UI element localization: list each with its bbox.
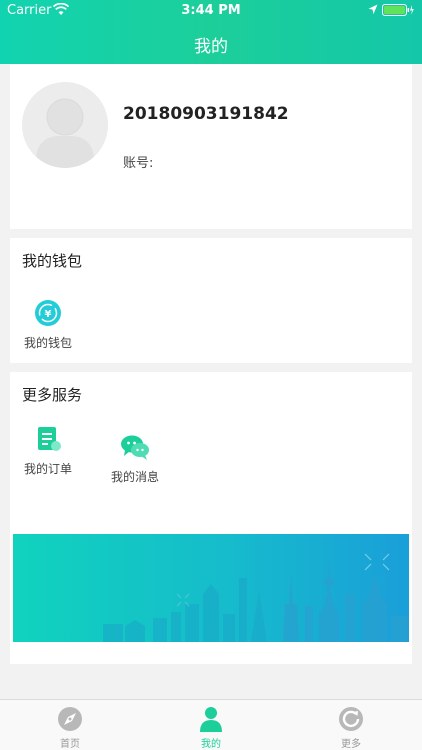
battery-icon [382, 4, 414, 16]
orders-tile-label: 我的订单 [23, 462, 72, 476]
promo-banner[interactable] [13, 534, 409, 642]
compass-icon [58, 707, 82, 731]
wallet-icon: ¥ [35, 300, 61, 326]
services-section-title: 更多服务 [22, 386, 83, 404]
tab-home-label: 首页 [60, 739, 80, 750]
profile-card[interactable]: 20180903191842 账号: [10, 64, 412, 229]
app-root: Carrier 3:44 PM 我的 20180903191842 账号: 我的… [0, 0, 422, 750]
status-bar: Carrier 3:44 PM [0, 0, 422, 22]
refresh-icon [339, 707, 363, 731]
message-icon [121, 435, 149, 460]
wallet-tile-label: 我的钱包 [23, 336, 72, 350]
tab-more[interactable]: 更多 [311, 706, 391, 750]
wallet-card: 我的钱包 ¥ 我的钱包 [10, 238, 412, 363]
tab-mine-label: 我的 [201, 739, 221, 750]
location-arrow-icon [368, 4, 378, 15]
services-card: 更多服务 我的订单 我的消息 [10, 372, 412, 664]
svg-text:¥: ¥ [45, 309, 52, 320]
tab-bar: 首页 我的 更多 [0, 699, 422, 750]
username: 20180903191842 [123, 104, 289, 124]
person-icon [200, 707, 222, 732]
tab-more-label: 更多 [341, 739, 361, 750]
wallet-tile[interactable]: ¥ 我的钱包 [13, 298, 83, 351]
account-label: 账号: [123, 156, 154, 171]
tab-home[interactable]: 首页 [30, 706, 110, 750]
messages-tile-label: 我的消息 [110, 470, 159, 484]
header: Carrier 3:44 PM 我的 [0, 0, 422, 64]
page-title: 我的 [194, 37, 228, 57]
wallet-section-title: 我的钱包 [22, 252, 83, 270]
tab-mine[interactable]: 我的 [171, 706, 251, 750]
order-icon [38, 427, 61, 451]
city-skyline-banner-image [13, 534, 409, 642]
orders-tile[interactable]: 我的订单 [13, 424, 83, 477]
clock: 3:44 PM [181, 3, 241, 18]
default-avatar-icon [22, 82, 108, 168]
messages-tile[interactable]: 我的消息 [100, 432, 170, 485]
avatar[interactable] [22, 82, 108, 168]
